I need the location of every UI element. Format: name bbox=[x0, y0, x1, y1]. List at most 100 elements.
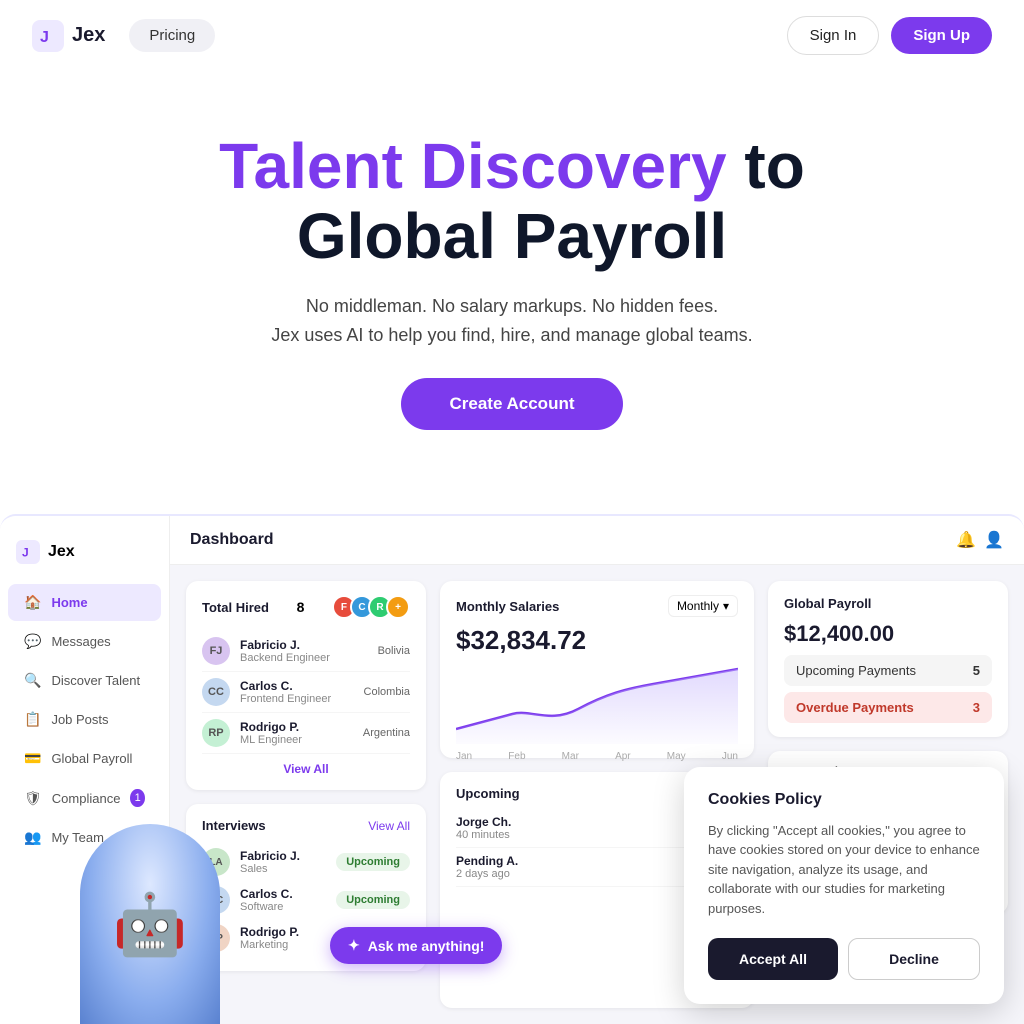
employee-row-2: CC Carlos C. Frontend Engineer Colombia bbox=[202, 672, 410, 713]
notification-icon[interactable]: 🔔 bbox=[956, 530, 976, 550]
employee-row-1: FJ Fabricio J. Backend Engineer Bolivia bbox=[202, 631, 410, 672]
signup-button[interactable]: Sign Up bbox=[891, 17, 992, 54]
int-name-1: Fabricio J. bbox=[240, 849, 300, 863]
home-icon: 🏠 bbox=[24, 594, 41, 611]
sidebar-item-messages[interactable]: 💬 Messages bbox=[8, 623, 161, 660]
hero-subtitle1: No middleman. No salary markups. No hidd… bbox=[40, 296, 984, 317]
emp-info-3: Rodrigo P. ML Engineer bbox=[240, 720, 302, 746]
int-info-1: Fabricio J. Sales bbox=[240, 849, 300, 875]
salary-chart: Jan Feb Mar Apr May Jun bbox=[456, 664, 738, 744]
navbar-right: Sign In Sign Up bbox=[787, 16, 992, 55]
jobs-icon: 📋 bbox=[24, 711, 41, 728]
accept-cookies-button[interactable]: Accept All bbox=[708, 938, 838, 980]
view-all-button[interactable]: View All bbox=[202, 762, 410, 776]
status-pill-1: Upcoming bbox=[336, 853, 410, 871]
interview-row-2: CC Carlos C. Software Upcoming bbox=[202, 881, 410, 919]
chart-label-jan: Jan bbox=[456, 751, 472, 762]
cookie-text: By clicking "Accept all cookies," you ag… bbox=[708, 821, 980, 919]
total-hired-card: Total Hired 8 F C R + FJ Fabricio J. bbox=[186, 581, 426, 790]
emp-role-2: Frontend Engineer bbox=[240, 693, 331, 705]
avatar-icon[interactable]: 👤 bbox=[984, 530, 1004, 550]
hero-title-payroll: Global Payroll bbox=[297, 200, 727, 272]
status-pill-2: Upcoming bbox=[336, 891, 410, 909]
sidebar-label-jobs: Job Posts bbox=[51, 712, 108, 727]
overdue-payments-count: 3 bbox=[973, 700, 980, 715]
avatar-4: + bbox=[386, 595, 410, 619]
period-label: Monthly bbox=[677, 599, 719, 613]
sidebar-item-payroll[interactable]: 💳 Global Payroll bbox=[8, 740, 161, 777]
signin-button[interactable]: Sign In bbox=[787, 16, 880, 55]
sidebar-label-messages: Messages bbox=[51, 634, 110, 649]
sidebar-item-compliance[interactable]: 🛡 Compliance 1 bbox=[8, 779, 161, 817]
upcoming-payments-label: Upcoming Payments bbox=[796, 663, 916, 678]
ai-button-label: Ask me anything! bbox=[368, 938, 485, 954]
team-icon: 👥 bbox=[24, 829, 41, 846]
payroll-icon: 💳 bbox=[24, 750, 41, 767]
hero-section: Talent Discovery to Global Payroll No mi… bbox=[0, 71, 1024, 470]
upcoming-payments-count: 5 bbox=[973, 663, 980, 678]
decline-cookies-button[interactable]: Decline bbox=[848, 938, 980, 980]
pricing-nav-item[interactable]: Pricing bbox=[129, 19, 215, 52]
emp-country-3: Argentina bbox=[363, 727, 410, 739]
ai-sparkle-icon: ✦ bbox=[348, 937, 360, 954]
discover-icon: 🔍 bbox=[24, 672, 41, 689]
int-name-2: Carlos C. bbox=[240, 887, 293, 901]
svg-text:J: J bbox=[22, 546, 29, 560]
interview-row-1: LA Fabricio J. Sales Upcoming bbox=[202, 843, 410, 881]
int-role-1: Sales bbox=[240, 863, 300, 875]
ai-ask-button[interactable]: ✦ Ask me anything! bbox=[330, 927, 502, 964]
emp-avatar-2: CC bbox=[202, 678, 230, 706]
interviews-view-all[interactable]: View All bbox=[368, 819, 410, 833]
total-hired-count: 8 bbox=[297, 599, 305, 615]
emp-role-1: Backend Engineer bbox=[240, 652, 330, 664]
salary-amount: $32,834.72 bbox=[456, 625, 738, 656]
overdue-payments-label: Overdue Payments bbox=[796, 700, 914, 715]
compliance-badge: 1 bbox=[130, 789, 145, 807]
int-info-2: Carlos C. Software bbox=[240, 887, 293, 913]
chart-label-may: May bbox=[667, 751, 686, 762]
avatar-stack: F C R + bbox=[332, 595, 410, 619]
hero-title: Talent Discovery to Global Payroll bbox=[40, 131, 984, 272]
sidebar-label-compliance: Compliance bbox=[52, 791, 121, 806]
sidebar-item-discover[interactable]: 🔍 Discover Talent bbox=[8, 662, 161, 699]
int-role-3: Marketing bbox=[240, 939, 299, 951]
sidebar-item-jobs[interactable]: 📋 Job Posts bbox=[8, 701, 161, 738]
cookie-buttons: Accept All Decline bbox=[708, 938, 980, 980]
header-icons: 🔔 👤 bbox=[956, 530, 1004, 550]
chart-label-feb: Feb bbox=[508, 751, 525, 762]
ai-face: 🤖 bbox=[80, 824, 220, 1024]
int-info-3: Rodrigo P. Marketing bbox=[240, 925, 299, 951]
hero-title-gradient: Talent Discovery bbox=[219, 130, 726, 202]
chart-label-mar: Mar bbox=[562, 751, 579, 762]
monthly-period-selector[interactable]: Monthly ▾ bbox=[668, 595, 738, 617]
emp-info-1: Fabricio J. Backend Engineer bbox=[240, 638, 330, 664]
hero-subtitle2: Jex uses AI to help you find, hire, and … bbox=[40, 325, 984, 346]
int-name-3: Rodrigo P. bbox=[240, 925, 299, 939]
sidebar-item-home[interactable]: 🏠 Home bbox=[8, 584, 161, 621]
sidebar-logo-text: Jex bbox=[48, 543, 75, 561]
upcoming-payments-row: Upcoming Payments 5 bbox=[784, 655, 992, 686]
emp-info-2: Carlos C. Frontend Engineer bbox=[240, 679, 331, 705]
chart-label-jun: Jun bbox=[722, 751, 738, 762]
total-hired-header: Total Hired 8 F C R + bbox=[202, 595, 410, 619]
emp-name-1: Fabricio J. bbox=[240, 638, 330, 652]
salary-card: Monthly Salaries Monthly ▾ $32,834.72 bbox=[440, 581, 754, 758]
logo-text: Jex bbox=[72, 24, 105, 47]
emp-avatar-1: FJ bbox=[202, 637, 230, 665]
total-hired-title: Total Hired bbox=[202, 600, 269, 615]
emp-country-1: Bolivia bbox=[378, 645, 410, 657]
salary-header: Monthly Salaries Monthly ▾ bbox=[456, 595, 738, 617]
navbar-left: J Jex Pricing bbox=[32, 19, 215, 52]
dashboard-header: Dashboard 🔔 👤 bbox=[170, 516, 1024, 565]
emp-role-3: ML Engineer bbox=[240, 734, 302, 746]
cookie-banner: Cookies Policy By clicking "Accept all c… bbox=[684, 767, 1004, 1005]
global-payroll-title: Global Payroll bbox=[784, 596, 871, 611]
chevron-down-icon: ▾ bbox=[723, 599, 729, 613]
interviews-title: Interviews bbox=[202, 818, 266, 833]
navbar: J Jex Pricing Sign In Sign Up bbox=[0, 0, 1024, 71]
global-payroll-amount: $12,400.00 bbox=[784, 621, 992, 647]
ai-person-illustration: 🤖 bbox=[80, 824, 220, 1024]
logo[interactable]: J Jex bbox=[32, 20, 105, 52]
employee-row-3: RP Rodrigo P. ML Engineer Argentina bbox=[202, 713, 410, 754]
create-account-button[interactable]: Create Account bbox=[401, 378, 622, 430]
